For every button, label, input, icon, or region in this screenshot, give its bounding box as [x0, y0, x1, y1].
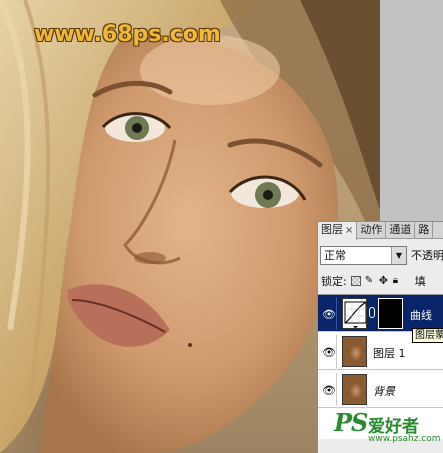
tab-paths[interactable]: 路	[415, 222, 434, 239]
blend-row: 正常 ▼ 不透明	[320, 245, 443, 265]
layer-name-layer-1: 图层 1	[373, 347, 406, 360]
tab-actions[interactable]: 动作	[357, 222, 387, 239]
chevron-down-icon[interactable]: ▼	[391, 246, 406, 264]
tab-actions-label: 动作	[360, 223, 383, 236]
logo-mark: PS	[334, 408, 368, 437]
fill-label: 填	[414, 275, 426, 288]
curves-adjustment-icon	[342, 298, 367, 329]
layer-mask-thumbnail[interactable]	[378, 298, 403, 329]
eye-icon: 👁︎	[322, 384, 336, 397]
visibility-toggle[interactable]: 👁︎	[320, 335, 337, 368]
eye-icon: 👁︎	[322, 346, 336, 359]
layer-name-curves: 曲线	[410, 309, 432, 322]
tab-paths-label: 路	[418, 223, 430, 236]
tooltip: 图层蒙	[412, 328, 443, 343]
blend-mode-value: 正常	[324, 248, 346, 262]
layer-row-background[interactable]: 👁︎ 背景	[318, 371, 443, 408]
eye-icon: 👁︎	[322, 308, 336, 321]
lock-row: 锁定: ✎ ✥ 🔒︎ 填	[321, 273, 443, 289]
lock-all-icon[interactable]: 🔒︎	[393, 276, 403, 286]
visibility-toggle[interactable]: 👁︎	[320, 373, 337, 406]
tab-channels[interactable]: 通道	[386, 222, 416, 239]
visibility-toggle[interactable]: 👁︎	[320, 297, 337, 330]
site-logo: PS 爱好者 www.psahz.com	[334, 408, 443, 453]
tab-layers-label: 图层	[321, 223, 343, 236]
watermark-text: www.68ps.com	[34, 22, 221, 47]
layer-row-curves[interactable]: 👁︎ 曲线	[318, 295, 443, 332]
link-icon[interactable]	[369, 307, 375, 318]
lock-pixels-icon[interactable]: ✎	[365, 276, 375, 286]
layer-thumbnail	[342, 374, 367, 405]
lock-transparency-icon[interactable]	[350, 276, 361, 286]
tab-layers[interactable]: 图层 ×	[318, 222, 358, 240]
opacity-label: 不透明	[411, 249, 443, 262]
logo-url: www.psahz.com	[368, 434, 441, 444]
close-icon[interactable]: ×	[345, 225, 353, 236]
panel-tab-bar: 图层 × 动作 通道 路	[318, 222, 443, 240]
lock-position-icon[interactable]: ✥	[379, 275, 389, 286]
layer-name-background: 背景	[373, 385, 395, 398]
layer-thumbnail	[342, 336, 367, 367]
tab-channels-label: 通道	[389, 223, 412, 236]
lock-label: 锁定:	[321, 275, 347, 288]
blend-mode-select[interactable]: 正常 ▼	[320, 245, 407, 265]
